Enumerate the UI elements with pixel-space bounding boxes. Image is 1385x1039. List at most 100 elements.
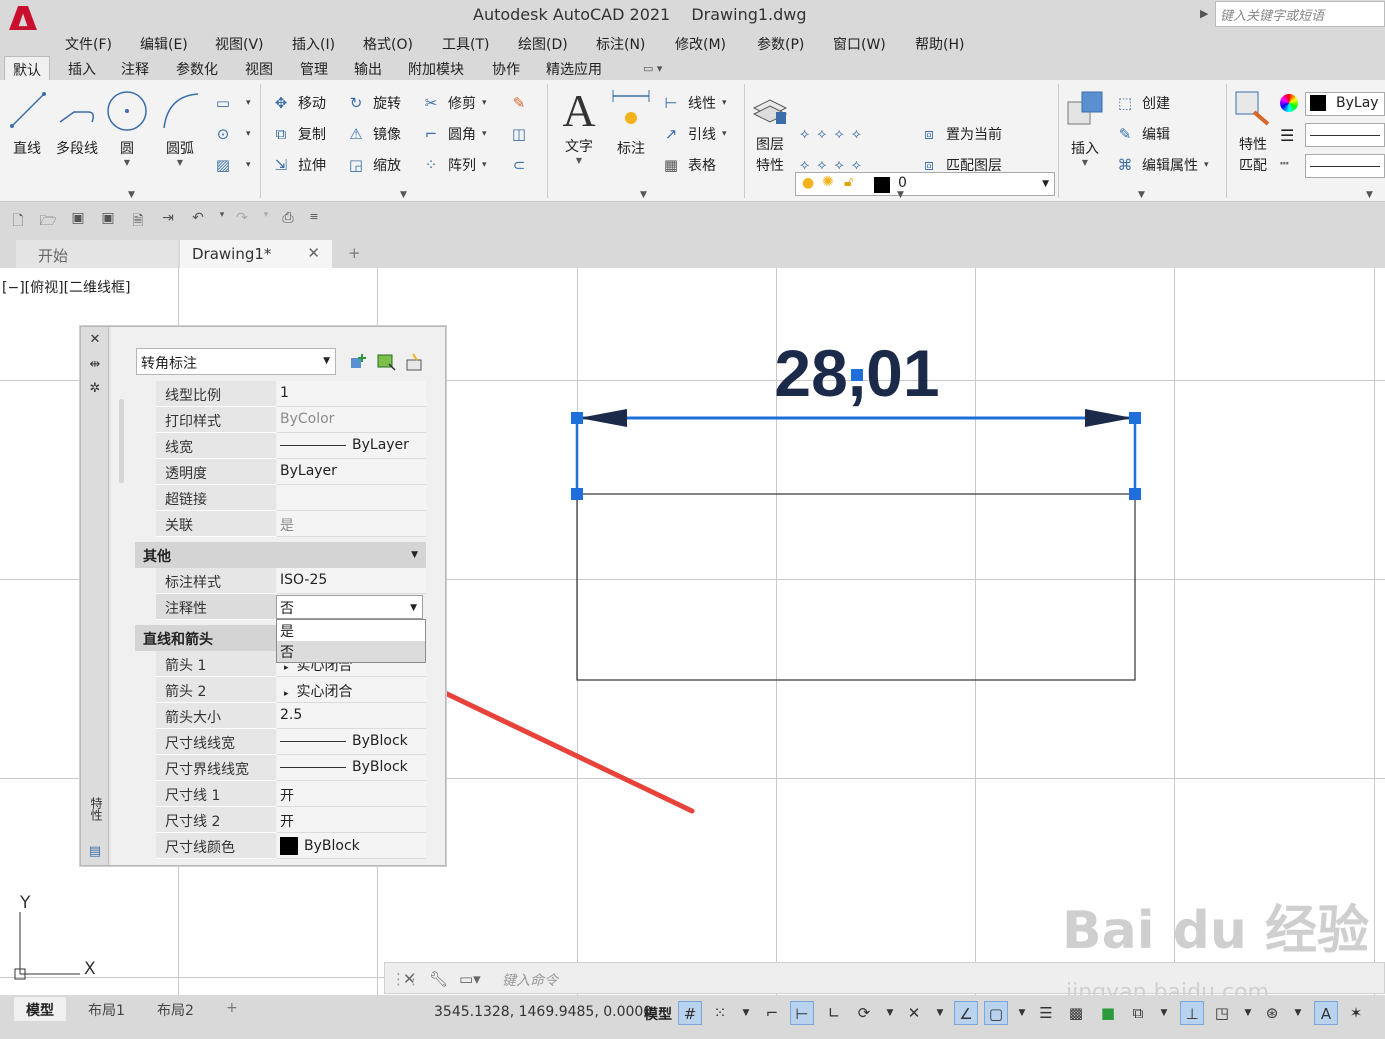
annotative-dropdown-list[interactable]: 是 否	[276, 619, 426, 663]
circle-button[interactable]: 圆 ▼	[106, 86, 148, 167]
tab-addins[interactable]: 附加模块	[408, 59, 464, 79]
toggle-pickadd-icon[interactable]	[347, 352, 369, 372]
edit-block-button[interactable]: ✎ 编辑	[1114, 123, 1170, 145]
menu-help[interactable]: 帮助(H)	[915, 34, 964, 54]
annotation-panel-expand-icon[interactable]: ▼	[640, 190, 647, 200]
property-row-dimline1[interactable]: 尺寸线 1开	[156, 781, 426, 807]
undo-dropdown-icon[interactable]: ▾	[212, 210, 232, 228]
arc-dropdown-icon[interactable]: ▼	[158, 158, 202, 167]
menu-edit[interactable]: 编辑(E)	[140, 34, 188, 54]
dynamic-input-icon[interactable]: ⊢	[790, 1001, 814, 1025]
object-type-dropdown[interactable]: 转角标注 ▼	[136, 348, 336, 375]
redo-dropdown-icon[interactable]: ▾	[256, 210, 276, 228]
menu-draw[interactable]: 绘图(D)	[518, 34, 568, 54]
3d-osnap-icon[interactable]: ⧉	[1126, 1001, 1150, 1025]
dynamic-ucs-icon[interactable]: ⊥	[1180, 1001, 1204, 1025]
set-current-button[interactable]: ⧈ 置为当前	[918, 123, 1002, 145]
layer-tools-row1[interactable]: ⟡⟡⟡⟡	[800, 123, 869, 145]
leader-button[interactable]: ↗ 引线 ▾	[660, 123, 727, 145]
rotate-button[interactable]: ↻ 旋转	[345, 92, 401, 114]
tab-start[interactable]: 开始	[16, 240, 178, 268]
color-wheel-icon[interactable]	[1280, 94, 1298, 112]
model-space-button[interactable]: 模型	[644, 1004, 672, 1024]
match-properties-button[interactable]: 特性 匹配	[1232, 88, 1274, 177]
linetype-dropdown[interactable]	[1305, 154, 1385, 178]
lineweight-dropdown[interactable]	[1305, 123, 1385, 147]
edit-attributes-button[interactable]: ⌘ 编辑属性 ▾	[1114, 154, 1209, 176]
circle-dropdown-icon[interactable]: ▼	[106, 158, 148, 167]
export-icon[interactable]: 🗎︎	[128, 210, 148, 229]
lineweight-icon[interactable]: ☰	[1280, 126, 1294, 145]
polyline-button[interactable]: 多段线	[52, 86, 102, 158]
insert-block-button[interactable]: 插入 ▼	[1064, 88, 1106, 167]
plot-icon[interactable]: ⎙	[278, 210, 298, 228]
tab-default[interactable]: 默认	[4, 56, 50, 80]
section-other[interactable]: 其他 ▼	[135, 542, 426, 568]
add-layout-icon[interactable]: +	[214, 997, 250, 1021]
osnap-dropdown-icon[interactable]: ▼	[1010, 1001, 1034, 1025]
property-row-linetype-scale[interactable]: 线型比例 1	[156, 381, 426, 407]
match-layer-button[interactable]: ⧈ 匹配图层	[918, 154, 1002, 176]
polar-dropdown-icon[interactable]: ▼	[878, 1001, 902, 1025]
tab-parametric[interactable]: 参数化	[176, 59, 218, 79]
layer-properties-button[interactable]: 图层 特性	[750, 88, 790, 177]
scale-button[interactable]: ◲ 缩放	[345, 154, 401, 176]
create-block-button[interactable]: ⬚ 创建	[1114, 92, 1170, 114]
new-tab-icon[interactable]: +	[344, 240, 368, 268]
erase-button[interactable]: ✎	[508, 92, 536, 114]
quick-select-icon[interactable]	[403, 352, 425, 372]
redo-icon[interactable]: ↷	[232, 210, 252, 228]
auto-scale-icon[interactable]: ✶	[1344, 1001, 1368, 1025]
tab-drawing1[interactable]: Drawing1* ✕	[180, 240, 332, 268]
menu-modify[interactable]: 修改(M)	[675, 34, 726, 54]
layout-tab-model[interactable]: 模型	[14, 997, 66, 1021]
menu-insert[interactable]: 插入(I)	[292, 34, 335, 54]
property-row-associative[interactable]: 关联是	[156, 511, 426, 537]
layers-panel-expand-icon[interactable]: ▼	[897, 190, 904, 200]
gizmo-dropdown-icon[interactable]: ▼	[1286, 1001, 1310, 1025]
tab-insert[interactable]: 插入	[68, 59, 96, 79]
recent-commands-icon[interactable]: ▭▾	[459, 970, 481, 988]
selection-filter-dropdown-icon[interactable]: ▼	[1236, 1001, 1260, 1025]
tab-manage[interactable]: 管理	[300, 59, 328, 79]
fillet-button[interactable]: ⌐ 圆角 ▾	[420, 123, 487, 145]
customize-qat-icon[interactable]: ≡	[304, 210, 324, 228]
layer-tools-row2[interactable]: ⟡⟡⟡⟡	[800, 154, 869, 176]
property-row-dimline-color[interactable]: 尺寸线颜色 ByBlock	[156, 833, 426, 859]
property-row-extline-lineweight[interactable]: 尺寸界线线宽 ByBlock	[156, 755, 426, 781]
palette-scrollbar[interactable]	[119, 399, 124, 483]
linetype-icon[interactable]: ┅	[1280, 156, 1288, 172]
property-row-transparency[interactable]: 透明度 ByLayer	[156, 459, 426, 485]
tab-featured[interactable]: 精选应用	[546, 59, 602, 79]
share-icon[interactable]: ⇥	[158, 210, 178, 228]
infer-constraints-icon[interactable]: ⌐	[760, 1001, 784, 1025]
undo-icon[interactable]: ↶	[188, 210, 208, 228]
array-button[interactable]: ⁘ 阵列 ▾	[420, 154, 487, 176]
tab-view[interactable]: 视图	[245, 59, 273, 79]
table-button[interactable]: ▦ 表格	[660, 154, 716, 176]
transparency-icon[interactable]: ▩	[1064, 1001, 1088, 1025]
text-button[interactable]: A 文字 ▼	[556, 84, 602, 165]
object-snap-icon[interactable]: ▢	[984, 1001, 1008, 1025]
block-panel-expand-icon[interactable]: ▼	[1138, 190, 1145, 200]
autohide-icon[interactable]: ⇹	[88, 358, 102, 372]
close-command-icon[interactable]: ✕	[403, 970, 416, 988]
property-row-dimline-lineweight[interactable]: 尺寸线线宽 ByBlock	[156, 729, 426, 755]
3d-osnap-dropdown-icon[interactable]: ▼	[1152, 1001, 1176, 1025]
property-row-dimline2[interactable]: 尺寸线 2开	[156, 807, 426, 833]
new-file-icon[interactable]: 🗋︎	[8, 210, 28, 229]
menu-parametric[interactable]: 参数(P)	[757, 34, 804, 54]
palette-menu-icon[interactable]: ▤	[88, 845, 102, 859]
menu-dimension[interactable]: 标注(N)	[596, 34, 645, 54]
ribbon-minimize-icon[interactable]: ▭ ▾	[643, 62, 662, 75]
layout-tab-layout1[interactable]: 布局1	[76, 997, 137, 1021]
explode-button[interactable]: ◫	[508, 123, 536, 145]
snap-icon[interactable]: ⁙	[708, 1001, 732, 1025]
tab-annotate[interactable]: 注释	[121, 59, 149, 79]
customize-wrench-icon[interactable]: 🔧︎	[429, 970, 448, 988]
search-input[interactable]: 键入关键字或短语	[1215, 1, 1385, 27]
selection-cycling-icon[interactable]: ■	[1096, 1001, 1120, 1025]
color-dropdown[interactable]: ByLay	[1305, 92, 1385, 116]
trim-button[interactable]: ✂ 修剪 ▾	[420, 92, 487, 114]
property-row-dim-style[interactable]: 标注样式 ISO-25	[156, 568, 426, 594]
